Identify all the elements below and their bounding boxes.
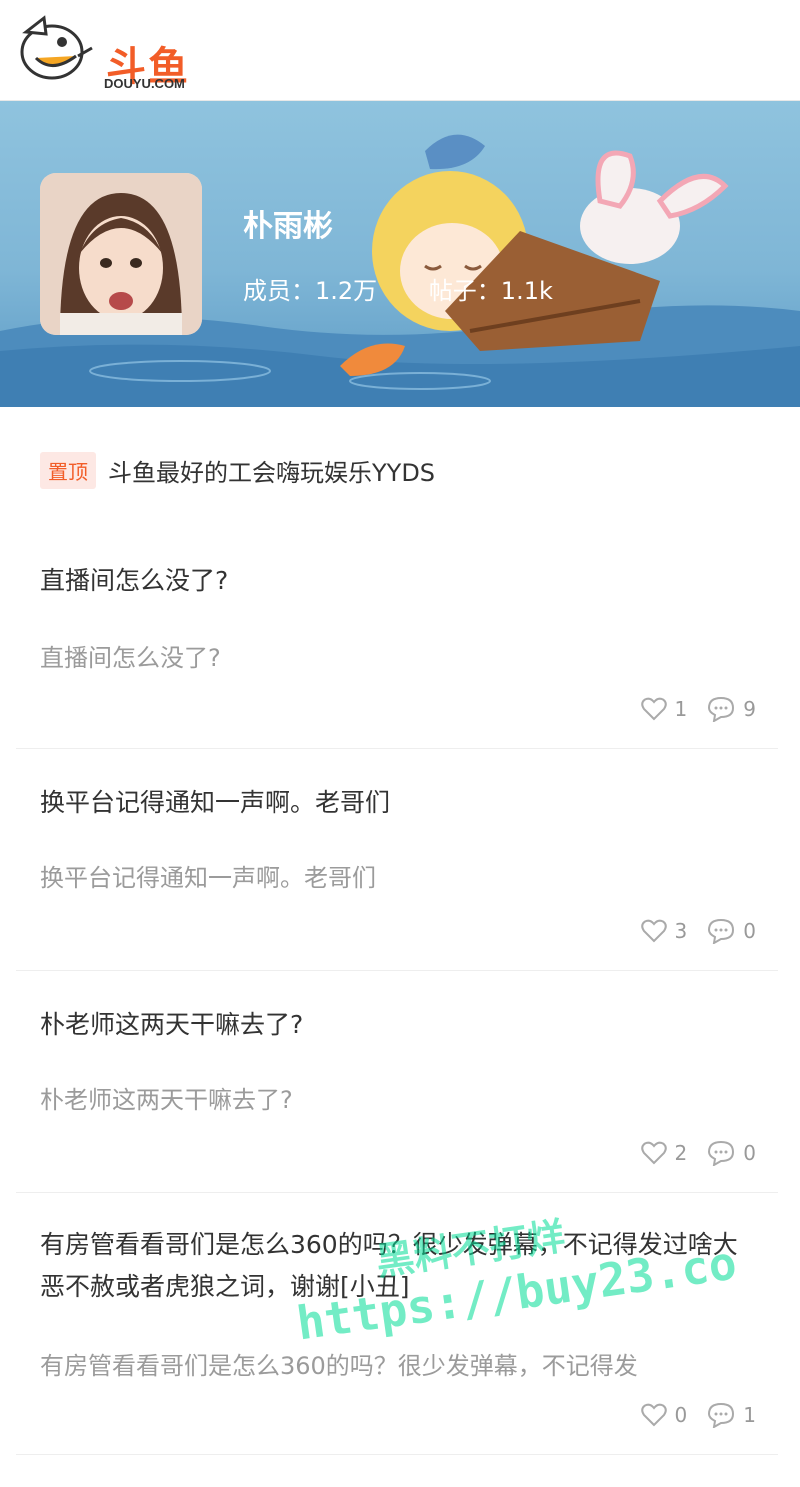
- post-title: 换平台记得通知一声啊。老哥们: [40, 788, 391, 817]
- group-stats: 成员：1.2万 帖子：1.1k: [243, 271, 597, 306]
- comment-icon: [708, 696, 735, 722]
- douyu-logo[interactable]: 斗鱼 DOUYU.COM: [16, 12, 206, 91]
- comment-count: 9: [743, 697, 756, 721]
- like-count: 0: [674, 1403, 688, 1427]
- member-count: 成员：1.2万: [243, 277, 378, 305]
- like-button[interactable]: 2: [640, 1141, 688, 1165]
- comment-button[interactable]: 0: [707, 1140, 756, 1166]
- post-excerpt: 朴老师这两天干嘛去了?: [40, 1086, 293, 1114]
- like-button[interactable]: 1: [640, 697, 688, 721]
- pinned-post[interactable]: 置顶 斗鱼最好的工会嗨玩娱乐YYDS: [40, 450, 435, 490]
- like-button[interactable]: 0: [640, 1403, 688, 1427]
- post-title: 直播间怎么没了?: [40, 566, 229, 595]
- group-banner: 朴雨彬 成员：1.2万 帖子：1.1k: [0, 101, 800, 407]
- post-stats: 3 0: [621, 918, 756, 944]
- post-stats: 0 1: [621, 1402, 756, 1428]
- like-count: 1: [674, 697, 688, 721]
- heart-icon: [640, 919, 667, 943]
- post-excerpt: 直播间怎么没了?: [40, 644, 221, 672]
- shark-mascot-icon: [20, 15, 93, 80]
- post-count: 帖子：1.1k: [428, 277, 553, 305]
- avatar-photo: [40, 173, 202, 335]
- post-card[interactable]: 有房管看看哥们是怎么360的吗？很少发弹幕，不记得发过啥大恶不赦或者虎狼之词，谢…: [16, 1206, 778, 1455]
- post-title: 有房管看看哥们是怎么360的吗？很少发弹幕，不记得发过啥大恶不赦或者虎狼之词，谢…: [40, 1230, 738, 1301]
- comment-button[interactable]: 9: [707, 696, 756, 722]
- like-button[interactable]: 3: [640, 919, 688, 943]
- comment-button[interactable]: 1: [707, 1402, 756, 1428]
- comment-count: 0: [743, 1141, 756, 1165]
- top-header: 斗鱼 DOUYU.COM: [0, 0, 800, 101]
- comment-icon: [708, 1402, 735, 1428]
- group-name: 朴雨彬: [243, 209, 333, 244]
- post-excerpt: 换平台记得通知一声啊。老哥们: [40, 864, 376, 892]
- post-card[interactable]: 朴老师这两天干嘛去了? 朴老师这两天干嘛去了? 2 0: [16, 984, 778, 1193]
- post-stats: 1 9: [621, 696, 756, 722]
- pinned-title: 斗鱼最好的工会嗨玩娱乐YYDS: [108, 458, 436, 487]
- post-card[interactable]: 直播间怎么没了? 直播间怎么没了? 1 9: [16, 540, 778, 749]
- post-stats: 2 0: [621, 1140, 756, 1166]
- post-title: 朴老师这两天干嘛去了?: [40, 1010, 304, 1039]
- comment-button[interactable]: 0: [707, 918, 756, 944]
- comment-count: 0: [743, 919, 756, 943]
- group-avatar[interactable]: [40, 173, 202, 335]
- comment-icon: [708, 918, 735, 944]
- comment-count: 1: [743, 1403, 756, 1427]
- post-card[interactable]: 换平台记得通知一声啊。老哥们 换平台记得通知一声啊。老哥们 3 0: [16, 762, 778, 971]
- heart-icon: [640, 697, 667, 721]
- like-count: 3: [674, 919, 688, 943]
- logo-domain: DOUYU.COM: [104, 76, 185, 91]
- comment-icon: [708, 1140, 735, 1166]
- heart-icon: [640, 1141, 667, 1165]
- like-count: 2: [674, 1141, 688, 1165]
- heart-icon: [640, 1403, 667, 1427]
- pinned-badge: 置顶: [40, 451, 96, 489]
- post-excerpt: 有房管看看哥们是怎么360的吗？很少发弹幕，不记得发: [40, 1352, 638, 1380]
